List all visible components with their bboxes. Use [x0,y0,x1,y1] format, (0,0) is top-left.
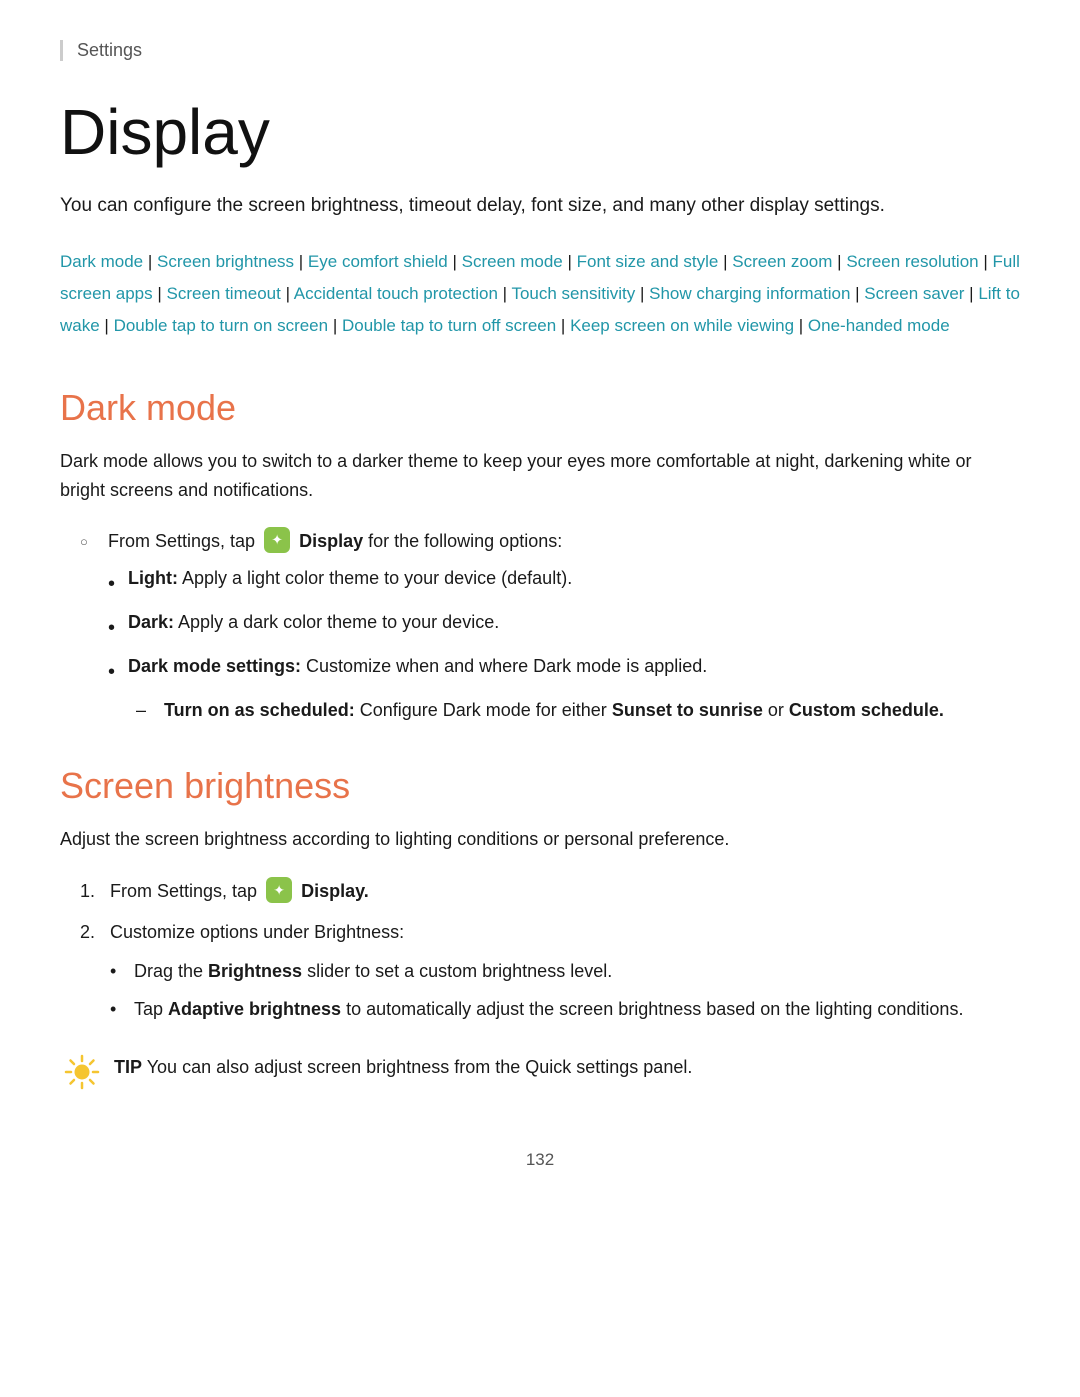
dark-mode-desc: Dark mode allows you to switch to a dark… [60,447,1020,506]
dark-mode-step-text: From Settings, tap Display for the follo… [108,528,562,555]
screen-brightness-title: Screen brightness [60,765,1020,807]
nav-link-keep-screen-on[interactable]: Keep screen on while viewing [570,316,794,335]
nav-link-one-handed[interactable]: One-handed mode [808,316,950,335]
nav-link-dark-mode[interactable]: Dark mode [60,252,143,271]
nav-link-screen-brightness[interactable]: Screen brightness [157,252,294,271]
nav-link-screen-mode[interactable]: Screen mode [462,252,563,271]
dark-mode-dark-item: • Dark: Apply a dark color theme to your… [108,609,1020,643]
dark-mode-title: Dark mode [60,387,1020,429]
settings-icon [264,527,290,553]
nav-link-screen-timeout[interactable]: Screen timeout [167,284,281,303]
screen-brightness-section: Screen brightness Adjust the screen brig… [60,765,1020,1090]
nav-link-accidental-touch[interactable]: Accidental touch protection [294,284,498,303]
page-number: 132 [60,1150,1020,1170]
circle-bullet-icon: ○ [80,532,100,552]
nav-link-double-tap-off[interactable]: Double tap to turn off screen [342,316,556,335]
step-number-1: 1. [80,877,110,906]
nav-link-double-tap-on[interactable]: Double tap to turn on screen [114,316,329,335]
tip-box: TIP You can also adjust screen brightnes… [60,1054,1020,1090]
bullet-icon: • [108,613,128,643]
brightness-drag-item: • Drag the Brightness slider to set a cu… [110,958,1020,986]
screen-brightness-desc: Adjust the screen brightness according t… [60,825,1020,855]
tip-icon [60,1054,104,1090]
page-title: Display [60,97,1020,167]
nav-link-font-size[interactable]: Font size and style [577,252,719,271]
dark-mode-section: Dark mode Dark mode allows you to switch… [60,387,1020,726]
dash-icon: – [136,697,156,725]
brightness-adaptive-item: • Tap Adaptive brightness to automatical… [110,996,1020,1024]
nav-link-screen-saver[interactable]: Screen saver [864,284,964,303]
tip-text: TIP You can also adjust screen brightnes… [114,1054,692,1081]
nav-link-screen-resolution[interactable]: Screen resolution [846,252,978,271]
dark-mode-sub-list: – Turn on as scheduled: Configure Dark m… [136,697,1020,725]
bullet-icon: • [108,569,128,599]
bullet-icon: • [108,657,128,687]
nav-link-touch-sensitivity[interactable]: Touch sensitivity [511,284,635,303]
dark-mode-list: ○ From Settings, tap Display for the fol… [80,528,1020,725]
bullet-icon-inner: • [110,958,130,986]
brightness-step-2: 2. Customize options under Brightness: [80,918,1020,947]
nav-link-show-charging[interactable]: Show charging information [649,284,850,303]
brightness-steps: 1. From Settings, tap Display. 2. Custom… [80,877,1020,1024]
nav-link-screen-zoom[interactable]: Screen zoom [732,252,832,271]
dark-mode-light-item: • Light: Apply a light color theme to yo… [108,565,1020,599]
dark-mode-settings-item: • Dark mode settings: Customize when and… [108,653,1020,687]
dark-mode-schedule-item: – Turn on as scheduled: Configure Dark m… [136,697,1020,725]
nav-link-eye-comfort[interactable]: Eye comfort shield [308,252,448,271]
intro-text: You can configure the screen brightness,… [60,191,1020,221]
dark-mode-settings-step: ○ From Settings, tap Display for the fol… [80,528,1020,555]
brightness-options: • Drag the Brightness slider to set a cu… [110,958,1020,1024]
bullet-icon-inner-2: • [110,996,130,1024]
nav-links: Dark mode | Screen brightness | Eye comf… [60,246,1020,343]
settings-icon-2 [266,877,292,903]
step-number-2: 2. [80,918,110,947]
sun-icon [64,1054,100,1090]
brightness-step-1: 1. From Settings, tap Display. [80,877,1020,906]
breadcrumb: Settings [60,40,1020,61]
